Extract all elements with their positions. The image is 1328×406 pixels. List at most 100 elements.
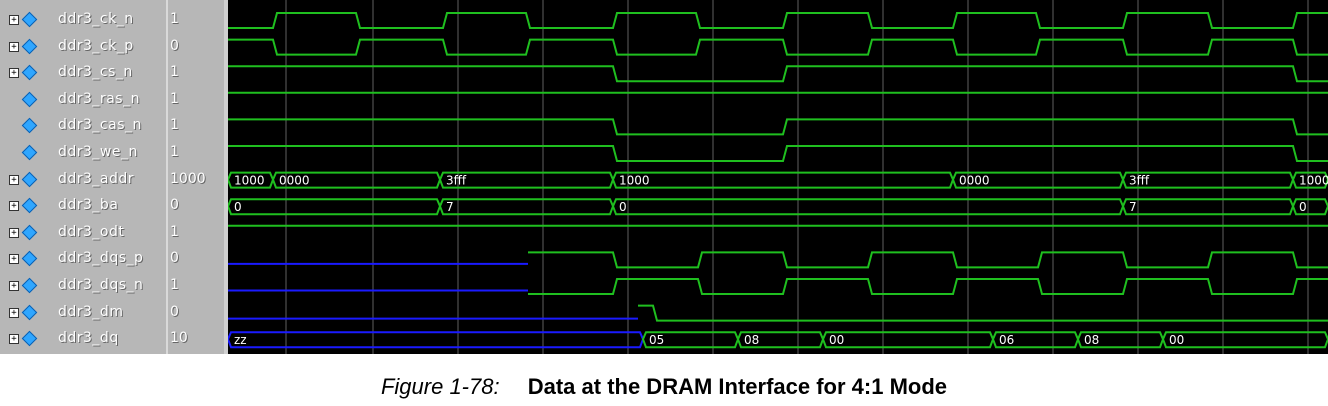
expand-icon[interactable]: + [9,201,19,212]
dq-bus-label: 00 [829,333,844,347]
signal-row-ddr3-ras-n[interactable]: ddr3_ras_n 1 [0,87,226,113]
signal-type-icon [21,330,38,347]
addr-bus-label: 1000 [1299,174,1328,188]
dq-bus-label: 08 [744,333,759,347]
dq-bus-segment [1161,331,1328,349]
signal-row-ddr3-ck-n[interactable]: + ddr3_ck_n 1 [0,7,226,33]
expand-icon[interactable]: + [9,68,19,79]
signal-value: 0 [170,250,179,267]
signal-value: 1 [170,90,179,107]
signal-type-icon [21,251,38,267]
ba-bus-label: 7 [446,200,454,214]
dq-bus-segment [228,331,645,349]
we-n-wave [228,145,1328,162]
signal-name: ddr3_cas_n [58,117,142,134]
signal-value: 1000 [170,170,206,187]
signal-name: ddr3_odt [58,223,125,240]
dq-bus-label: 08 [1084,333,1099,347]
ba-bus-label: 7 [1129,200,1137,214]
signal-type-icon [21,11,38,28]
signal-value: 1 [170,223,179,240]
signal-row-ddr3-cas-n[interactable]: ddr3_cas_n 1 [0,113,226,139]
signal-name: ddr3_dm [58,303,124,320]
addr-bus-label: 0000 [959,174,990,188]
ba-bus-segment [611,198,1125,216]
figure-caption: Figure 1-78: Data at the DRAM Interface … [0,374,1328,400]
signal-row-ddr3-ck-p[interactable]: + ddr3_ck_p 0 [0,34,226,60]
expand-icon[interactable]: + [9,174,19,185]
ba-bus-label: 0 [1299,200,1307,214]
signal-value: 0 [170,37,179,54]
waveform-window: + ddr3_ck_n 1 + ddr3_ck_p 0 + ddr3_cs_n 1 ddr3_ra… [0,0,1328,354]
figure-label: Figure 1-78: [380,374,500,399]
addr-bus-label: 3fff [446,174,467,188]
dqs-n-wave [528,278,1328,295]
ba-bus-label: 0 [619,200,627,214]
signal-value: 1 [170,277,179,293]
expand-icon[interactable]: + [9,227,19,238]
signal-name: ddr3_we_n [58,144,138,160]
ck-p-wave [228,38,1328,56]
signal-name: ddr3_ras_n [58,90,140,107]
signal-row-ddr3-dqs-p[interactable]: + ddr3_dqs_p 0 [0,246,226,272]
addr-bus-label: 1000 [619,174,650,188]
dq-bus-label: 06 [999,333,1014,347]
signal-value: 1 [170,144,179,160]
signal-value: 1 [170,64,179,81]
signal-type-icon [21,118,38,134]
figure-title: Data at the DRAM Interface for 4:1 Mode [527,374,948,399]
signal-type-icon [21,171,38,187]
signal-type-icon [21,64,38,81]
signal-type-icon [21,144,38,161]
cas-n-wave [228,118,1328,136]
addr-bus-label: 3fff [1129,174,1150,188]
signal-name: ddr3_dqs_p [58,250,144,267]
signal-name: ddr3_dq [58,330,119,347]
ba-bus-segment [1121,198,1295,216]
signal-row-ddr3-dq[interactable]: + ddr3_dq 10 [0,326,226,352]
expand-icon[interactable]: + [9,281,19,291]
cs-n-wave [228,65,1328,83]
dq-bus-label: 05 [649,333,664,347]
signal-name: ddr3_addr [58,170,135,187]
ba-bus-label: 0 [234,200,242,214]
signal-row-ddr3-cs-n[interactable]: + ddr3_cs_n 1 [0,60,226,86]
signal-name: ddr3_ck_p [58,37,134,54]
signal-row-ddr3-addr[interactable]: + ddr3_addr 1000 [0,167,226,193]
signal-row-ddr3-dqs-n[interactable]: + ddr3_dqs_n 1 [0,273,226,299]
signal-row-ddr3-odt[interactable]: + ddr3_odt 1 [0,220,226,246]
signal-list-panel: + ddr3_ck_n 1 + ddr3_ck_p 0 + ddr3_cs_n 1 ddr3_ra… [0,0,226,354]
signal-name: ddr3_dqs_n [58,277,144,293]
signal-type-icon [21,224,38,241]
signal-type-icon [21,91,38,108]
ba-bus-segment [228,198,442,216]
signal-value: 0 [170,303,179,320]
addr-bus-label: 0000 [279,174,310,188]
signal-value: 1 [170,117,179,134]
expand-icon[interactable]: + [9,334,19,345]
signal-row-ddr3-we-n[interactable]: ddr3_we_n 1 [0,140,226,166]
signal-value: 10 [170,330,188,347]
waveform-canvas: 1000 0000 3fff 1000 0000 3fff 10000 7 0 7 0zz 05 08 0… [228,0,1328,354]
signal-type-icon [21,197,38,214]
dm-wave [638,304,1328,322]
expand-icon[interactable]: + [9,41,19,52]
signal-row-ddr3-dm[interactable]: + ddr3_dm 0 [0,300,226,326]
column-divider[interactable] [166,0,168,354]
signal-value: 1 [170,11,179,27]
ck-n-wave [228,12,1328,29]
ba-bus-segment [438,198,615,216]
signal-name: ddr3_ba [58,197,119,214]
signal-type-icon [21,304,38,320]
addr-bus-label: 1000 [234,174,265,188]
signal-name: ddr3_cs_n [58,64,133,81]
expand-icon[interactable]: + [9,307,19,318]
signal-name: ddr3_ck_n [58,11,134,27]
dqs-p-wave [528,251,1328,269]
signal-type-icon [21,38,38,54]
dq-bus-label: 00 [1169,333,1184,347]
addr-bus-segment [611,171,955,189]
signal-row-ddr3-ba[interactable]: + ddr3_ba 0 [0,193,226,219]
expand-icon[interactable]: + [9,15,19,25]
expand-icon[interactable]: + [9,254,19,265]
